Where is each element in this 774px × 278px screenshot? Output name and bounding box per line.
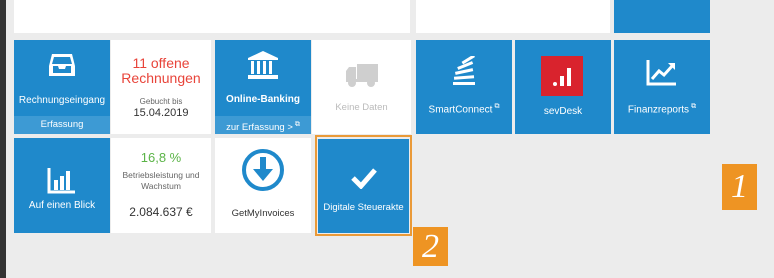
top-tile-partial[interactable]: [614, 0, 710, 33]
tile-smartconnect[interactable]: SmartConnect ⧉: [416, 40, 512, 134]
highlight-frame: [315, 135, 412, 236]
zur-erfassung-label: zur Erfassung >: [226, 122, 293, 134]
top-panel-left: [14, 0, 410, 33]
download-circle-icon: [215, 148, 311, 197]
left-edge-bar: [0, 0, 6, 278]
step-badge-1: 1: [722, 164, 757, 210]
finanzreports-label: Finanzreports: [627, 104, 690, 116]
tile-auf-einen-blick[interactable]: Auf einen Blick: [14, 138, 110, 233]
step-badge-2: 2: [413, 227, 448, 266]
growth-caption: Betriebsleistung und Wachstum: [122, 170, 200, 191]
stack-icon: [416, 54, 512, 93]
sevdesk-logo-icon: [541, 56, 583, 96]
smartconnect-label: SmartConnect: [428, 104, 493, 116]
top-panel-middle: [416, 0, 610, 33]
bar-chart-icon: [14, 166, 110, 199]
booked-until-date: 15.04.2019: [133, 107, 189, 119]
growth-value: 16,8 %: [140, 150, 182, 165]
erfassung-link[interactable]: Erfassung: [14, 116, 110, 134]
tile-rechnungseingang[interactable]: Rechnungseingang Erfassung: [14, 40, 110, 134]
line-chart-icon: [614, 58, 710, 91]
tile-finanzreports[interactable]: Finanzreports ⧉: [614, 40, 710, 134]
tile-getmyinvoices[interactable]: GetMyInvoices: [215, 138, 311, 233]
tile-keine-daten[interactable]: Keine Daten: [312, 40, 411, 134]
zur-erfassung-link[interactable]: zur Erfassung > ⧉: [215, 116, 311, 134]
external-link-icon: ⧉: [494, 103, 500, 110]
inbox-tray-icon: [14, 52, 110, 83]
booked-until-label: Gebucht bis: [139, 97, 183, 106]
open-invoices-headline: 11 offene Rechnungen: [121, 55, 201, 86]
sevdesk-label: sevDesk: [543, 106, 583, 117]
tile-label-row: SmartConnect ⧉: [416, 103, 512, 115]
growth-amount: 2.084.637 €: [129, 205, 193, 219]
tile-label: Rechnungseingang: [18, 95, 106, 106]
tile-offene-rechnungen[interactable]: 11 offene Rechnungen Gebucht bis 15.04.2…: [111, 40, 211, 134]
getmyinvoices-label: GetMyInvoices: [231, 208, 295, 219]
tile-sevdesk[interactable]: sevDesk: [515, 40, 611, 134]
external-link-icon: ⧉: [691, 103, 697, 110]
external-link-icon: ⧉: [294, 121, 300, 128]
auf-einen-blick-label: Auf einen Blick: [28, 200, 96, 211]
tile-label-row: Finanzreports ⧉: [614, 103, 710, 115]
tile-label: Online-Banking: [226, 94, 300, 105]
bank-icon: [215, 50, 311, 85]
tile-online-banking[interactable]: Online-Banking zur Erfassung > ⧉: [215, 40, 311, 134]
truck-icon: [312, 62, 411, 93]
no-data-text: Keine Daten: [335, 102, 388, 113]
tile-wachstum[interactable]: 16,8 % Betriebsleistung und Wachstum 2.0…: [111, 138, 211, 233]
